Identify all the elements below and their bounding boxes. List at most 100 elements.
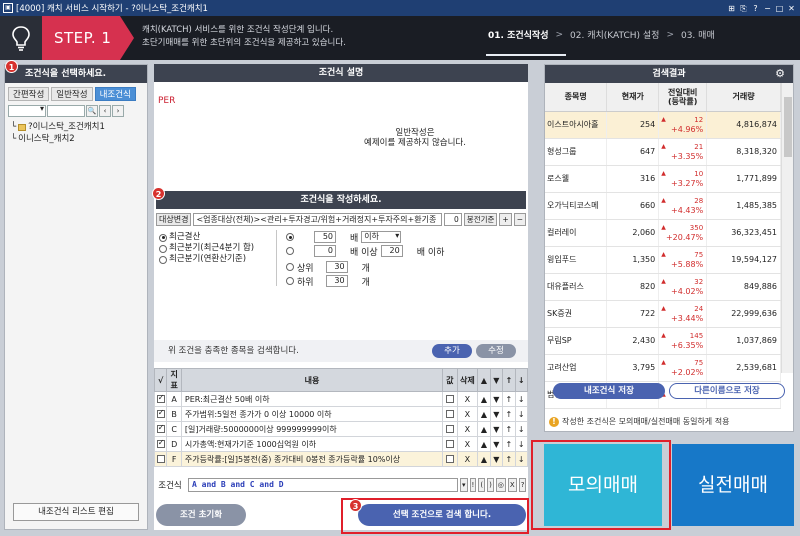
search-icon[interactable]: 🔍 (86, 105, 98, 117)
value-checkbox[interactable] (445, 410, 454, 418)
table-row[interactable]: A PER:최근결산 50배 이하 X ▲ ▼ ↑ ↓ (153, 391, 528, 407)
minimize-button[interactable]: − (762, 3, 773, 14)
maximize-button[interactable]: □ (774, 3, 785, 14)
tree-item[interactable]: └ 이니스탁_캐치2 (11, 133, 141, 145)
tab-general[interactable]: 일반작성 (51, 87, 93, 101)
radio-icon[interactable] (286, 263, 294, 271)
edit-condition-list-button[interactable]: 내조건식 리스트 편집 (13, 503, 139, 521)
add-condition-button[interactable]: 추가 (432, 344, 472, 358)
help-icon[interactable]: ? (750, 3, 761, 14)
radio-icon[interactable] (286, 247, 294, 255)
formula-input[interactable]: A and B and C and D (188, 478, 458, 492)
formula-group-button[interactable]: ◎ (495, 478, 506, 492)
condition-filter-select[interactable] (8, 104, 46, 117)
result-row[interactable]: SK증권72224+3.44%22,999,636 (545, 300, 781, 328)
delete-row-button[interactable]: X (465, 395, 470, 404)
scrollbar-thumb[interactable] (784, 97, 792, 157)
result-row[interactable]: 로스웰31610+3.27%1,771,899 (545, 165, 781, 193)
real-trade-button[interactable]: 실전매매 (672, 444, 794, 526)
move-up-icon[interactable]: ▲ (481, 395, 487, 404)
move-down-icon[interactable]: ▼ (493, 395, 499, 404)
candle-basis-button[interactable]: 봉전기준 (463, 212, 498, 226)
tab-simple[interactable]: 간편작성 (8, 87, 50, 101)
move-down-icon[interactable]: ▼ (493, 425, 499, 434)
table-row[interactable]: B 주가범위:5일전 종가가 0 이상 10000 이하 X ▲ ▼ ↑ ↓ (153, 406, 528, 422)
formula-close-paren-button[interactable]: ) (487, 478, 494, 492)
delete-row-button[interactable]: X (465, 410, 470, 419)
save-as-button[interactable]: 다른이름으로 저장 (669, 383, 785, 399)
result-row[interactable]: 대유플러스82032+4.02%849,886 (545, 273, 781, 301)
value-checkbox[interactable] (445, 425, 454, 433)
radio-icon[interactable] (286, 277, 294, 285)
search-selected-button[interactable]: 선택 조건으로 검색 합니다. (358, 504, 526, 526)
reset-condition-button[interactable]: 조건 초기화 (156, 504, 246, 526)
delete-row-button[interactable]: X (465, 455, 470, 464)
target-change-button[interactable]: 대상변경 (156, 212, 192, 226)
move-bottom-icon[interactable]: ↓ (518, 440, 525, 449)
result-row[interactable]: 무림SP2,430145+6.35%1,037,869 (545, 327, 781, 355)
move-up-icon[interactable]: ▲ (481, 455, 487, 464)
value-checkbox[interactable] (445, 395, 454, 403)
step-nav-1[interactable]: 01. 조건식작성 (488, 28, 548, 41)
move-down-icon[interactable]: ▼ (493, 410, 499, 419)
value-checkbox[interactable] (445, 440, 454, 448)
tree-item[interactable]: └ ?이니스탁_조건캐치1 (11, 121, 141, 133)
formula-open-paren-button[interactable]: ( (478, 478, 486, 492)
formula-not-button[interactable]: ! (469, 478, 477, 492)
step-nav-3[interactable]: 03. 매매 (681, 28, 715, 41)
result-row[interactable]: 이스트아시아홀25412+4.96%4,816,874 (545, 111, 781, 139)
move-top-icon[interactable]: ↑ (505, 410, 512, 419)
condition-search-input[interactable] (47, 105, 85, 117)
move-down-icon[interactable]: ▼ (493, 455, 499, 464)
move-top-icon[interactable]: ↑ (505, 425, 512, 434)
move-bottom-icon[interactable]: ↓ (518, 395, 525, 404)
target-spin-input[interactable]: 0 (443, 212, 462, 226)
radio-annualized[interactable]: 최근분기(연환산기준) (159, 254, 254, 265)
result-row[interactable]: 형성그룹64721+3.35%8,318,320 (545, 138, 781, 166)
formula-help-button[interactable]: ? (518, 478, 527, 492)
row-checkbox[interactable] (156, 455, 165, 463)
radio-recent-settlement[interactable]: 최근결산 (159, 232, 254, 243)
prev-icon[interactable]: ‹ (99, 105, 111, 117)
row-checkbox[interactable] (156, 423, 165, 433)
layout-icon[interactable]: ⊞ (726, 3, 737, 14)
result-row[interactable]: 오가닉티코스메66028+4.43%1,485,385 (545, 192, 781, 220)
table-row[interactable]: F 주가등락률:[일]5봉전(중) 종가대비 0봉전 종가등락률 10%이상 X ▲ ▼… (153, 451, 528, 467)
remove-icon[interactable]: − (513, 212, 526, 226)
delete-row-button[interactable]: X (465, 440, 470, 449)
move-bottom-icon[interactable]: ↓ (518, 455, 525, 464)
move-down-icon[interactable]: ▼ (493, 440, 499, 449)
mock-trade-button[interactable]: 모의매매 (544, 444, 662, 526)
row-checkbox[interactable] (156, 408, 165, 418)
move-top-icon[interactable]: ↑ (505, 455, 512, 464)
close-button[interactable]: ✕ (786, 3, 797, 14)
move-bottom-icon[interactable]: ↓ (518, 410, 525, 419)
param2-min-input[interactable]: 0 (314, 245, 336, 257)
radio-icon[interactable] (286, 233, 294, 241)
result-row[interactable]: 고려산업3,79575+2.02%2,539,681 (545, 354, 781, 382)
formula-dropdown-button[interactable]: ▾ (460, 478, 468, 492)
move-up-icon[interactable]: ▲ (481, 425, 487, 434)
move-up-icon[interactable]: ▲ (481, 440, 487, 449)
copy-icon[interactable]: ⎘ (738, 3, 749, 14)
edit-condition-button[interactable]: 수정 (476, 344, 516, 358)
formula-clear-button[interactable]: X (507, 478, 517, 492)
param2-max-input[interactable]: 20 (380, 245, 403, 257)
param4-input[interactable]: 30 (325, 275, 348, 287)
next-icon[interactable]: › (112, 105, 124, 117)
move-top-icon[interactable]: ↑ (505, 395, 512, 404)
gear-icon[interactable]: ⚙ (775, 65, 785, 83)
param3-input[interactable]: 30 (325, 261, 348, 273)
step-nav-2[interactable]: 02. 캐치(KATCH) 설정 (570, 28, 659, 41)
save-condition-button[interactable]: 내조건식 저장 (553, 383, 665, 399)
move-up-icon[interactable]: ▲ (481, 410, 487, 419)
result-row[interactable]: 컬러레이2,060350+20.47%36,323,451 (545, 219, 781, 247)
param1-input[interactable]: 50 (314, 231, 336, 243)
move-bottom-icon[interactable]: ↓ (518, 425, 525, 434)
delete-row-button[interactable]: X (465, 425, 470, 434)
move-top-icon[interactable]: ↑ (505, 440, 512, 449)
value-checkbox[interactable] (445, 455, 454, 463)
row-checkbox[interactable] (156, 438, 165, 448)
add-icon[interactable]: + (499, 212, 512, 226)
table-row[interactable]: D 시가총액:현재가기준 1000십억원 이하 X ▲ ▼ ↑ ↓ (153, 436, 528, 452)
